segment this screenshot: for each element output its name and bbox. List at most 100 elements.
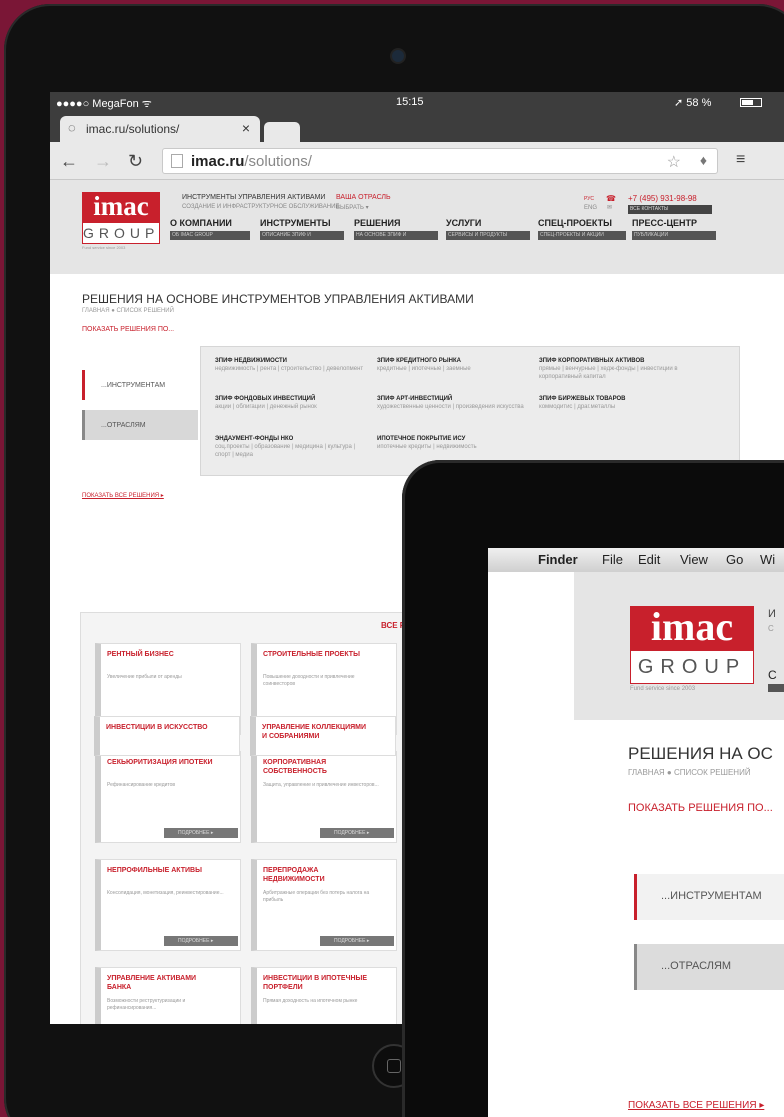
menu-window[interactable]: Wi — [760, 552, 775, 567]
mac-imac-logo[interactable]: imac GROUP Fund service since 2003 — [630, 606, 754, 702]
mac-filter-industries-button[interactable]: ...ОТРАСЛЯМ — [634, 944, 784, 990]
solution-item[interactable]: ЗПИФ НЕДВИЖИМОСТИ недвижимость | рента | … — [215, 357, 365, 373]
close-tab-icon[interactable]: × — [242, 120, 250, 136]
menu-press[interactable]: ПРЕСС-ЦЕНТР ПУБЛИКАЦИИ — [632, 218, 716, 240]
address-bar[interactable]: imac.ru/solutions/ ☆ ♦ — [162, 148, 718, 174]
solution-item[interactable]: ЭНДАУМЕНТ-ФОНДЫ НКО соц.проекты | образов… — [215, 435, 365, 459]
solution-card[interactable]: ИНВЕСТИЦИИ В ИСКУССТВО — [94, 716, 240, 756]
mac-tagline[interactable]: И — [768, 608, 776, 620]
mac-menu-about-sub — [768, 684, 784, 692]
lang-ru[interactable]: РУС — [584, 196, 594, 202]
menu-instruments-label: ИНСТРУМЕНТЫ — [260, 218, 331, 228]
menu-view[interactable]: View — [680, 552, 708, 567]
microphone-icon[interactable]: ♦ — [700, 152, 707, 168]
page-icon — [171, 154, 183, 168]
tab-title: imac.ru/solutions/ — [86, 122, 180, 136]
solution-card[interactable]: НЕПРОФИЛЬНЫЕ АКТИВЫ Консолидация, монетиз… — [95, 859, 241, 951]
back-arrow-icon[interactable]: ← — [60, 151, 78, 172]
more-button[interactable]: ПОДРОБНЕЕ ▸ — [320, 936, 394, 946]
menu-instruments-sub: ОПИСАНИЕ ЗПИФ И — [260, 231, 344, 240]
mac-logo-wordmark: imac — [630, 606, 754, 650]
show-all-link[interactable]: ПОКАЗАТЬ ВСЕ РЕШЕНИЯ ▸ — [82, 492, 164, 499]
solution-item[interactable]: ЗПИФ АРТ-ИНВЕСТИЦИЙ художественные ценнос… — [377, 395, 527, 411]
menu-press-label: ПРЕСС-ЦЕНТР — [632, 218, 698, 228]
battery-label: ➚ 58 % — [674, 97, 712, 109]
star-icon[interactable]: ☆ — [667, 152, 681, 172]
solution-item[interactable]: ЗПИФ ФОНДОВЫХ ИНВЕСТИЦИЙ акции | облигаци… — [215, 395, 365, 411]
menu-special[interactable]: СПЕЦ-ПРОЕКТЫ СПЕЦ-ПРОЕКТЫ И АКЦИИ — [538, 218, 626, 240]
more-button[interactable]: ПОДРОБНЕЕ ▸ — [320, 828, 394, 838]
solution-item[interactable]: ИПОТЕЧНОЕ ПОКРЫТИЕ ИСУ ипотечные кредиты … — [377, 435, 527, 451]
browser-toolbar: ← → ↻ imac.ru/solutions/ ☆ ♦ ≡ — [50, 142, 784, 180]
menu-solutions-sub: НА ОСНОВЕ ЗПИФ И — [354, 231, 438, 240]
carrier-label: ●●●●○ MegaFon ᯤ — [56, 98, 152, 110]
filter-industries-button[interactable]: ...ОТРАСЛЯМ — [82, 410, 198, 440]
forward-arrow-icon[interactable]: → — [94, 151, 112, 172]
breadcrumb[interactable]: ГЛАВНАЯ ● СПИСОК РЕШЕНИЙ — [82, 308, 174, 314]
page-title: РЕШЕНИЯ НА ОСНОВЕ ИНСТРУМЕНТОВ УПРАВЛЕНИ… — [82, 292, 474, 306]
mac-site-header: imac GROUP Fund service since 2003 И С С — [574, 572, 784, 720]
clock: 15:15 — [396, 96, 424, 108]
menu-file[interactable]: File — [602, 552, 623, 567]
site-header: imac GROUP Fund service since 2003 ИНСТР… — [50, 180, 784, 274]
mac-page-title: РЕШЕНИЯ НА ОС — [628, 744, 773, 763]
filter-instruments-button[interactable]: ...ИНСТРУМЕНТАМ — [82, 370, 198, 400]
menu-about[interactable]: О КОМПАНИИ ОБ IMAC GROUP — [170, 218, 250, 240]
mac-screen: Finder File Edit View Go Wi imac GROUP F… — [488, 548, 784, 1117]
solutions-panel: ЗПИФ НЕДВИЖИМОСТИ недвижимость | рента | … — [200, 346, 740, 476]
menu-icon[interactable]: ≡ — [736, 151, 745, 169]
logo-group: GROUP — [82, 222, 160, 244]
menu-special-sub: СПЕЦ-ПРОЕКТЫ И АКЦИИ — [538, 231, 626, 240]
logo-wordmark: imac — [82, 192, 160, 222]
mac-web-page: imac GROUP Fund service since 2003 И С С… — [488, 572, 784, 1117]
solution-card[interactable]: КОРПОРАТИВНАЯ СОБСТВЕННОСТЬ Защита, управ… — [251, 751, 397, 843]
solution-card[interactable]: ИНВЕСТИЦИИ В ИПОТЕЧНЫЕ ПОРТФЕЛИ Прямая до… — [251, 967, 397, 1024]
mac-menu-bar: Finder File Edit View Go Wi — [488, 548, 784, 572]
browser-tab[interactable]: ◌ imac.ru/solutions/ × — [60, 116, 260, 142]
choose-industry[interactable]: ВЫБРАТЬ ▾ — [336, 204, 369, 211]
your-industry-link[interactable]: ВАША ОТРАСЛЬ — [336, 194, 391, 201]
solution-item[interactable]: ЗПИФ БИРЖЕВЫХ ТОВАРОВ коммодитис | драг.м… — [539, 395, 689, 411]
menu-about-label: О КОМПАНИИ — [170, 218, 232, 228]
tagline-instruments-sub: СОЗДАНИЕ И ИНФРАСТРУКТУРНОЕ ОБСЛУЖИВАНИЕ — [182, 204, 340, 210]
mac-logo-group: GROUP — [630, 650, 754, 684]
phone-icon: ☎ — [606, 194, 616, 203]
solution-item[interactable]: ЗПИФ КОРПОРАТИВНЫХ АКТИВОВ прямые | венчу… — [539, 357, 689, 381]
battery-icon — [740, 98, 762, 107]
menu-solutions[interactable]: РЕШЕНИЯ НА ОСНОВЕ ЗПИФ И — [354, 218, 438, 240]
reload-icon[interactable]: ↻ — [128, 151, 143, 172]
url-path: /solutions/ — [244, 153, 312, 170]
menu-go[interactable]: Go — [726, 552, 743, 567]
mail-icon: ✉ — [607, 205, 613, 211]
solution-card[interactable]: СЕКЬЮРИТИЗАЦИЯ ИПОТЕКИ Рефинансирование к… — [95, 751, 241, 843]
menu-about-sub: ОБ IMAC GROUP — [170, 231, 250, 240]
solution-item[interactable]: ЗПИФ КРЕДИТНОГО РЫНКА кредитные | ипотечн… — [377, 357, 527, 373]
mac-breadcrumb[interactable]: ГЛАВНАЯ ● СПИСОК РЕШЕНИЙ — [628, 768, 751, 777]
solution-card[interactable]: УПРАВЛЕНИЕ КОЛЛЕКЦИЯМИ И СОБРАНИЯМИ — [250, 716, 396, 756]
solution-card[interactable]: УПРАВЛЕНИЕ АКТИВАМИ БАНКА Возможности рес… — [95, 967, 241, 1024]
imac-logo[interactable]: imac GROUP Fund service since 2003 — [82, 192, 160, 250]
menu-services-sub: СЕРВИСЫ И ПРОДУКТЫ — [446, 231, 530, 240]
mac-show-all-link[interactable]: ПОКАЗАТЬ ВСЕ РЕШЕНИЯ ▸ — [628, 1100, 764, 1111]
mac-menu-about[interactable]: С — [768, 668, 777, 682]
menu-edit[interactable]: Edit — [638, 552, 660, 567]
mac-tagline-sub: С — [768, 624, 774, 633]
menu-solutions-label: РЕШЕНИЯ — [354, 218, 401, 228]
new-tab-button[interactable] — [264, 122, 300, 142]
phone-number[interactable]: +7 (495) 931-98-98 — [628, 194, 697, 203]
mac-show-by-label: ПОКАЗАТЬ РЕШЕНИЯ ПО... — [628, 802, 773, 814]
mac-filter-instruments-button[interactable]: ...ИНСТРУМЕНТАМ — [634, 874, 784, 920]
lang-en[interactable]: ENG — [584, 205, 597, 211]
menu-services[interactable]: УСЛУГИ СЕРВИСЫ И ПРОДУКТЫ — [446, 218, 530, 240]
more-button[interactable]: ПОДРОБНЕЕ ▸ — [164, 828, 238, 838]
globe-icon: ◌ — [68, 120, 76, 135]
solution-card[interactable]: ПЕРЕПРОДАЖА НЕДВИЖИМОСТИ Арбитражные опер… — [251, 859, 397, 951]
status-bar: ●●●●○ MegaFon ᯤ 15:15 ➚ 58 % — [50, 92, 784, 114]
menu-instruments[interactable]: ИНСТРУМЕНТЫ ОПИСАНИЕ ЗПИФ И — [260, 218, 344, 240]
tagline-instruments[interactable]: ИНСТРУМЕНТЫ УПРАВЛЕНИЯ АКТИВАМИ — [182, 194, 325, 201]
show-by-label: ПОКАЗАТЬ РЕШЕНИЯ ПО... — [82, 326, 175, 333]
menu-finder[interactable]: Finder — [538, 552, 578, 567]
logo-since: Fund service since 2003 — [82, 245, 126, 250]
all-contacts-button[interactable]: ВСЕ КОНТАКТЫ — [628, 205, 712, 214]
more-button[interactable]: ПОДРОБНЕЕ ▸ — [164, 936, 238, 946]
